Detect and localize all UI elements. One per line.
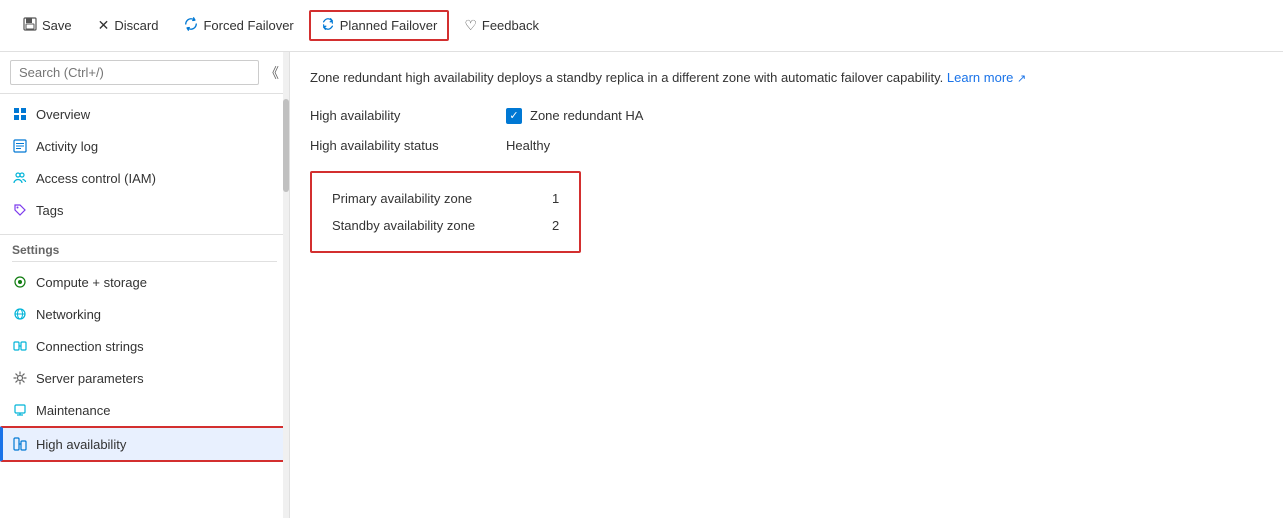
standby-zone-label: Standby availability zone	[332, 218, 532, 233]
sidebar-item-access-control[interactable]: Access control (IAM)	[0, 162, 289, 194]
overview-icon	[12, 106, 28, 122]
forced-failover-label: Forced Failover	[203, 18, 293, 33]
primary-zone-label: Primary availability zone	[332, 191, 532, 206]
sidebar-item-networking-label: Networking	[36, 307, 101, 322]
ha-status-value: Healthy	[506, 138, 550, 153]
planned-failover-icon	[321, 17, 335, 34]
toolbar: Save ✕ Discard Forced Failover Planned F…	[0, 0, 1283, 52]
sidebar-item-server-parameters[interactable]: Server parameters	[0, 362, 289, 394]
access-control-icon	[12, 170, 28, 186]
info-text: Zone redundant high availability deploys…	[310, 70, 943, 85]
sidebar-item-compute-storage-label: Compute + storage	[36, 275, 147, 290]
sidebar-item-activity-log-label: Activity log	[36, 139, 98, 154]
discard-icon: ✕	[98, 17, 110, 34]
sidebar-item-connection-strings-label: Connection strings	[36, 339, 144, 354]
discard-button[interactable]: ✕ Discard	[87, 11, 170, 40]
primary-zone-value: 1	[552, 191, 559, 206]
planned-failover-button[interactable]: Planned Failover	[309, 10, 450, 41]
sidebar-settings-nav: Compute + storage Networking Connection …	[0, 262, 289, 466]
standby-zone-row: Standby availability zone 2	[332, 212, 559, 239]
zones-box: Primary availability zone 1 Standby avai…	[310, 171, 581, 253]
ha-status-label: High availability status	[310, 138, 490, 153]
sidebar: 《 Overview Activity log Access control (…	[0, 52, 290, 518]
networking-icon	[12, 306, 28, 322]
high-availability-icon	[12, 436, 28, 452]
sidebar-item-overview-label: Overview	[36, 107, 90, 122]
high-availability-value: ✓ Zone redundant HA	[506, 108, 643, 124]
save-button[interactable]: Save	[12, 11, 83, 40]
sidebar-item-overview[interactable]: Overview	[0, 98, 289, 130]
info-banner: Zone redundant high availability deploys…	[310, 68, 1263, 88]
main-area: 《 Overview Activity log Access control (…	[0, 52, 1283, 518]
sidebar-item-networking[interactable]: Networking	[0, 298, 289, 330]
sidebar-item-compute-storage[interactable]: Compute + storage	[0, 266, 289, 298]
sidebar-item-activity-log[interactable]: Activity log	[0, 130, 289, 162]
settings-header: Settings	[0, 234, 289, 261]
standby-zone-value: 2	[552, 218, 559, 233]
ha-status-row: High availability status Healthy	[310, 138, 1263, 153]
feedback-label: Feedback	[482, 18, 539, 33]
compute-storage-icon	[12, 274, 28, 290]
maintenance-icon	[12, 402, 28, 418]
ha-value-text: Zone redundant HA	[530, 108, 643, 123]
sidebar-item-connection-strings[interactable]: Connection strings	[0, 330, 289, 362]
sidebar-item-tags-label: Tags	[36, 203, 63, 218]
sidebar-search-container: 《	[0, 52, 289, 94]
content-area: Zone redundant high availability deploys…	[290, 52, 1283, 518]
sidebar-item-maintenance[interactable]: Maintenance	[0, 394, 289, 426]
forced-failover-icon	[184, 17, 198, 34]
sidebar-item-tags[interactable]: Tags	[0, 194, 289, 226]
collapse-sidebar-button[interactable]: 《	[265, 63, 279, 83]
discard-label: Discard	[114, 18, 158, 33]
ha-checkbox[interactable]: ✓	[506, 108, 522, 124]
high-availability-row: High availability ✓ Zone redundant HA	[310, 108, 1263, 124]
tags-icon	[12, 202, 28, 218]
connection-strings-icon	[12, 338, 28, 354]
ha-status-text: Healthy	[506, 138, 550, 153]
save-icon	[23, 17, 37, 34]
external-link-icon: ↗	[1017, 73, 1026, 85]
learn-more-link[interactable]: Learn more	[947, 70, 1013, 85]
search-input[interactable]	[10, 60, 259, 85]
sidebar-nav-list: Overview Activity log Access control (IA…	[0, 94, 289, 230]
forced-failover-button[interactable]: Forced Failover	[173, 11, 304, 40]
planned-failover-label: Planned Failover	[340, 18, 438, 33]
sidebar-item-maintenance-label: Maintenance	[36, 403, 110, 418]
activity-log-icon	[12, 138, 28, 154]
high-availability-label: High availability	[310, 108, 490, 123]
feedback-icon: ♡	[464, 17, 477, 34]
primary-zone-row: Primary availability zone 1	[332, 185, 559, 212]
sidebar-item-access-control-label: Access control (IAM)	[36, 171, 156, 186]
sidebar-item-high-availability[interactable]: High availability	[0, 426, 289, 462]
server-parameters-icon	[12, 370, 28, 386]
save-label: Save	[42, 18, 72, 33]
feedback-button[interactable]: ♡ Feedback	[453, 11, 550, 40]
sidebar-item-high-availability-label: High availability	[36, 437, 126, 452]
sidebar-item-server-parameters-label: Server parameters	[36, 371, 144, 386]
